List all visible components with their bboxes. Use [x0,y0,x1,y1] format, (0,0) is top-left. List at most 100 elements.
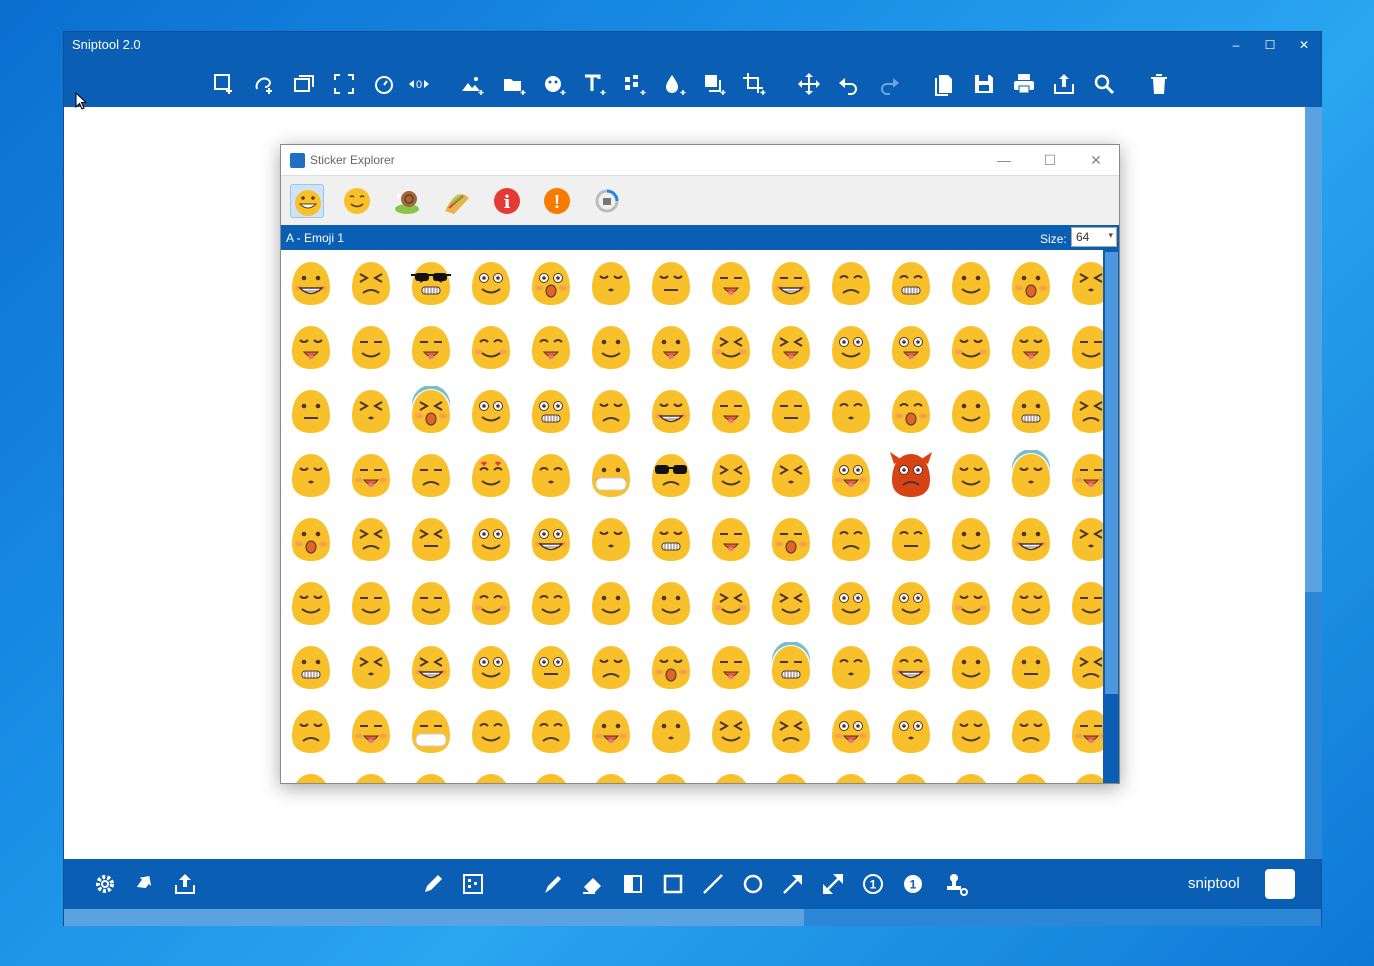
sticker-emoji-r6-c5[interactable] [526,578,576,628]
sticker-emoji-r2-c3[interactable] [406,322,456,372]
size-dropdown[interactable]: 64 ▾ [1071,227,1117,247]
sticker-emoji-r9-c11[interactable] [886,770,936,783]
sticker-emoji-r8-c8[interactable] [706,706,756,756]
highlight-icon[interactable] [620,871,646,897]
upload-icon[interactable] [172,871,198,897]
canvas-vertical-scrollbar[interactable] [1305,107,1322,859]
sticker-emoji-r5-c8[interactable] [706,514,756,564]
sticker-emoji-r4-c11[interactable] [886,450,936,500]
stamp-icon[interactable] [943,871,969,897]
sticker-emoji-r1-c2[interactable] [346,258,396,308]
sticker-emoji-r3-c7[interactable] [646,386,696,436]
sticker-emoji-r3-c3[interactable] [406,386,456,436]
sticker-emoji-r6-c9[interactable] [766,578,816,628]
sticker-emoji-r7-c6[interactable] [586,642,636,692]
sticker-emoji-r3-c12[interactable] [946,386,996,436]
sticker-emoji-r9-c7[interactable] [646,770,696,783]
sticker-emoji-r1-c5[interactable] [526,258,576,308]
sticker-emoji-r5-c3[interactable] [406,514,456,564]
sticker-emoji-r8-c6[interactable] [586,706,636,756]
sticker-emoji-r7-c10[interactable] [826,642,876,692]
tab-animals[interactable] [390,184,424,218]
sticker-emoji-r9-c1[interactable] [286,770,336,783]
sticker-emoji-r3-c14[interactable] [1066,386,1103,436]
sticker-emoji-r8-c5[interactable] [526,706,576,756]
sticker-emoji-r4-c14[interactable] [1066,450,1103,500]
sticker-scroll-thumb[interactable] [1105,252,1118,694]
sticker-emoji-r3-c8[interactable] [706,386,756,436]
sticker-emoji-r5-c11[interactable] [886,514,936,564]
sticker-emoji-r2-c1[interactable] [286,322,336,372]
sticker-emoji-r3-c6[interactable] [586,386,636,436]
sticker-emoji-r6-c7[interactable] [646,578,696,628]
sticker-emoji-r8-c3[interactable] [406,706,456,756]
sticker-emoji-r3-c1[interactable] [286,386,336,436]
sticker-emoji-r7-c8[interactable] [706,642,756,692]
horizontal-scroll-thumb[interactable] [64,909,804,926]
sticker-emoji-r9-c8[interactable] [706,770,756,783]
sticker-emoji-r5-c14[interactable] [1066,514,1103,564]
sticker-emoji-r3-c11[interactable] [886,386,936,436]
window-select-icon[interactable] [291,71,317,97]
maximize-button[interactable]: ☐ [1253,32,1287,60]
undo-icon[interactable] [836,71,862,97]
sticker-emoji-r1-c3[interactable] [406,258,456,308]
folder-add-icon[interactable] [501,71,527,97]
sticker-emoji-r1-c13[interactable] [1006,258,1056,308]
sticker-emoji-r8-c4[interactable] [466,706,516,756]
sticker-emoji-r3-c10[interactable] [826,386,876,436]
sticker-emoji-r1-c9[interactable] [766,258,816,308]
sticker-emoji-r2-c10[interactable] [826,322,876,372]
sticker-emoji-r4-c13[interactable] [1006,450,1056,500]
sticker-emoji-r1-c1[interactable] [286,258,336,308]
sticker-emoji-r4-c3[interactable] [406,450,456,500]
sticker-emoji-r4-c8[interactable] [706,450,756,500]
double-arrow-icon[interactable] [820,871,846,897]
sticker-emoji-r5-c5[interactable] [526,514,576,564]
sticker-emoji-r1-c10[interactable] [826,258,876,308]
sticker-emoji-r9-c13[interactable] [1006,770,1056,783]
resize-add-icon[interactable] [701,71,727,97]
sticker-emoji-r2-c8[interactable] [706,322,756,372]
pattern-add-icon[interactable] [621,71,647,97]
sticker-emoji-r5-c9[interactable] [766,514,816,564]
canvas-horizontal-scrollbar[interactable] [64,909,1321,926]
sticker-emoji-r7-c3[interactable] [406,642,456,692]
print-icon[interactable] [1011,71,1037,97]
fill-add-icon[interactable] [661,71,687,97]
save-icon[interactable] [971,71,997,97]
sticker-emoji-r1-c7[interactable] [646,258,696,308]
sticker-emoji-r5-c12[interactable] [946,514,996,564]
sticker-emoji-r2-c12[interactable] [946,322,996,372]
sticker-emoji-r8-c14[interactable] [1066,706,1103,756]
sticker-emoji-r7-c9[interactable] [766,642,816,692]
sticker-emoji-r4-c1[interactable] [286,450,336,500]
sticker-emoji-r6-c4[interactable] [466,578,516,628]
sticker-emoji-r7-c13[interactable] [1006,642,1056,692]
copy-icon[interactable] [931,71,957,97]
sticker-emoji-r6-c14[interactable] [1066,578,1103,628]
sticker-emoji-r6-c12[interactable] [946,578,996,628]
tab-loading[interactable] [590,184,624,218]
sticker-emoji-r1-c6[interactable] [586,258,636,308]
sticker-emoji-r8-c11[interactable] [886,706,936,756]
sticker-emoji-r8-c10[interactable] [826,706,876,756]
sticker-emoji-r7-c2[interactable] [346,642,396,692]
sticker-add-icon[interactable] [541,71,567,97]
sticker-emoji-r4-c7[interactable] [646,450,696,500]
sticker-emoji-r9-c10[interactable] [826,770,876,783]
eraser-icon[interactable] [580,871,606,897]
tab-info[interactable]: i [490,184,524,218]
sticker-emoji-r6-c10[interactable] [826,578,876,628]
search-icon[interactable] [1091,71,1117,97]
sticker-emoji-r5-c2[interactable] [346,514,396,564]
tab-emoji-2[interactable] [340,184,374,218]
sticker-emoji-r7-c4[interactable] [466,642,516,692]
freeform-select-icon[interactable] [251,71,277,97]
sticker-emoji-r9-c2[interactable] [346,770,396,783]
sticker-emoji-r8-c13[interactable] [1006,706,1056,756]
sticker-emoji-r4-c5[interactable] [526,450,576,500]
export-arrow-icon[interactable] [132,871,158,897]
sticker-emoji-r7-c7[interactable] [646,642,696,692]
pencil-icon[interactable] [420,871,446,897]
